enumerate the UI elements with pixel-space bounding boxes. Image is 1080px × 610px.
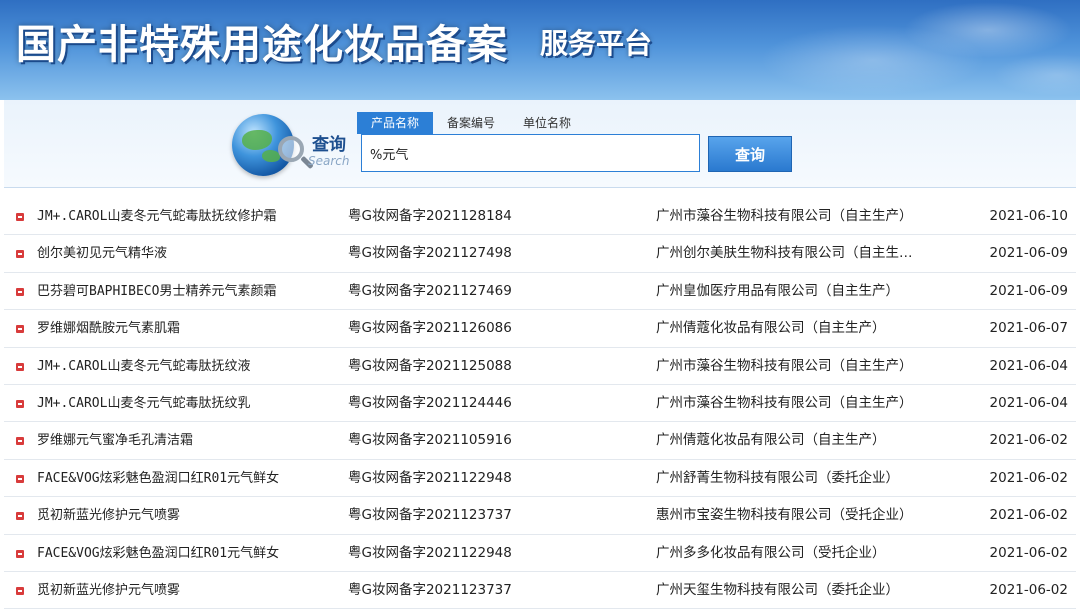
- result-product-name[interactable]: 罗维娜元气蜜净毛孔清洁霜: [37, 422, 343, 459]
- result-company: 广州多多化妆品有限公司（受托企业）: [656, 544, 886, 561]
- search-tabs: 产品名称 备案编号 单位名称: [357, 112, 585, 134]
- bullet-icon: [16, 213, 24, 221]
- result-registration-number: 粤G妆网备字2021122948: [348, 544, 512, 561]
- result-product-name[interactable]: 觅初新蓝光修护元气喷雾: [37, 497, 343, 534]
- result-product-name[interactable]: FACE&VOG炫彩魅色盈润口红R01元气鲜女: [37, 460, 343, 497]
- search-logo-label: 查询: [312, 135, 346, 155]
- result-date: 2021-06-04: [989, 357, 1068, 374]
- site-title: 国产非特殊用途化妆品备案: [16, 21, 508, 68]
- site-subtitle: 服务平台: [540, 27, 653, 60]
- tab-registration-number[interactable]: 备案编号: [433, 112, 509, 134]
- result-row[interactable]: JM+.CAROL山麦冬元气蛇毒肽抚纹乳 粤G妆网备字2021124446 广州市藻…: [4, 385, 1076, 423]
- result-registration-number: 粤G妆网备字2021128184: [348, 208, 512, 224]
- result-company: 广州天玺生物科技有限公司（委托企业）: [656, 581, 899, 598]
- result-row[interactable]: JM+.CAROL山麦冬元气蛇毒肽抚纹液 粤G妆网备字2021125088 广州市藻…: [4, 348, 1076, 385]
- bullet-icon: [16, 437, 24, 446]
- result-date: 2021-06-07: [989, 320, 1068, 337]
- result-registration-number: 粤G妆网备字2021123737: [348, 581, 512, 598]
- result-product-name[interactable]: FACE&VOG炫彩魅色盈润口红R01元气鲜女: [37, 535, 343, 572]
- result-product-name[interactable]: 巴芬碧可BAPHIBECO男士精养元气素颜霜: [37, 273, 343, 310]
- result-row[interactable]: 觅初新蓝光修护元气喷雾 粤G妆网备字2021123737 惠州市宝姿生物科技有限公司…: [4, 497, 1076, 535]
- result-date: 2021-06-09: [989, 245, 1068, 262]
- result-product-name[interactable]: JM+.CAROL山麦冬元气蛇毒肽抚纹乳: [37, 385, 343, 422]
- bullet-icon: [16, 325, 24, 334]
- result-company: 广州市藻谷生物科技有限公司（自主生产）: [656, 394, 913, 411]
- result-row[interactable]: 巴芬碧可BAPHIBECO男士精养元气素颜霜 粤G妆网备字2021127469 广州…: [4, 273, 1076, 311]
- bullet-icon: [16, 586, 24, 595]
- result-date: 2021-06-02: [989, 507, 1068, 524]
- world-map-decoration: [620, 0, 1080, 100]
- result-product-name[interactable]: JM+.CAROL山麦冬元气蛇毒肽抚纹修护霜: [37, 198, 343, 235]
- search-logo-label-en: Search: [308, 154, 350, 168]
- result-company: 惠州市宝姿生物科技有限公司（受托企业）: [656, 507, 913, 524]
- magnifier-icon: [278, 136, 304, 162]
- result-product-name[interactable]: 觅初新蓝光修护元气喷雾: [37, 572, 343, 609]
- result-date: 2021-06-02: [989, 581, 1068, 598]
- result-row[interactable]: JM+.CAROL山麦冬元气蛇毒肽抚纹修护霜 粤G妆网备字2021128184 广州…: [4, 198, 1076, 236]
- bullet-icon: [16, 287, 24, 296]
- result-row[interactable]: 创尔美初见元气精华液 粤G妆网备字2021127498 广州创尔美肤生物科技有限公司…: [4, 235, 1076, 273]
- result-row[interactable]: FACE&VOG炫彩魅色盈润口红R01元气鲜女 粤G妆网备字2021122948 广…: [4, 460, 1076, 498]
- search-button[interactable]: 查询: [708, 136, 792, 172]
- result-registration-number: 粤G妆网备字2021126086: [348, 320, 512, 337]
- result-date: 2021-06-02: [989, 544, 1068, 561]
- search-panel: 查询 Search 产品名称 备案编号 单位名称 查询: [4, 100, 1076, 188]
- result-row[interactable]: 觅初新蓝光修护元气喷雾 粤G妆网备字2021123737 广州天玺生物科技有限公司（…: [4, 572, 1076, 610]
- result-company: 广州市藻谷生物科技有限公司（自主生产）: [656, 208, 913, 224]
- result-date: 2021-06-02: [989, 432, 1068, 449]
- bullet-icon: [16, 474, 24, 483]
- result-registration-number: 粤G妆网备字2021127469: [348, 282, 512, 299]
- result-registration-number: 粤G妆网备字2021123737: [348, 507, 512, 524]
- results-list: JM+.CAROL山麦冬元气蛇毒肽抚纹修护霜 粤G妆网备字2021128184 广州…: [4, 198, 1076, 610]
- result-date: 2021-06-09: [989, 282, 1068, 299]
- result-company: 广州舒菁生物科技有限公司（委托企业）: [656, 469, 899, 486]
- tab-product-name[interactable]: 产品名称: [357, 112, 434, 134]
- search-input[interactable]: [361, 134, 700, 172]
- result-date: 2021-06-10: [989, 208, 1068, 224]
- bullet-icon: [16, 250, 24, 259]
- bullet-icon: [16, 549, 24, 558]
- bullet-icon: [16, 512, 24, 521]
- tab-company-name[interactable]: 单位名称: [509, 112, 585, 134]
- result-registration-number: 粤G妆网备字2021125088: [348, 357, 512, 374]
- result-registration-number: 粤G妆网备字2021105916: [348, 432, 512, 449]
- result-company: 广州倩蔻化妆品有限公司（自主生产）: [656, 320, 886, 337]
- result-row[interactable]: FACE&VOG炫彩魅色盈润口红R01元气鲜女 粤G妆网备字2021122948 广…: [4, 535, 1076, 572]
- result-row[interactable]: 罗维娜烟酰胺元气素肌霜 粤G妆网备字2021126086 广州倩蔻化妆品有限公司（自…: [4, 310, 1076, 348]
- result-company: 广州倩蔻化妆品有限公司（自主生产）: [656, 432, 886, 449]
- result-date: 2021-06-02: [989, 469, 1068, 486]
- result-product-name[interactable]: 罗维娜烟酰胺元气素肌霜: [37, 310, 343, 347]
- result-product-name[interactable]: JM+.CAROL山麦冬元气蛇毒肽抚纹液: [37, 348, 343, 385]
- header-banner: 国产非特殊用途化妆品备案 服务平台: [0, 0, 1080, 100]
- result-row[interactable]: 罗维娜元气蜜净毛孔清洁霜 粤G妆网备字2021105916 广州倩蔻化妆品有限公司（…: [4, 422, 1076, 460]
- bullet-icon: [16, 362, 24, 371]
- result-product-name[interactable]: 创尔美初见元气精华液: [37, 235, 343, 272]
- result-company: 广州皇伽医疗用品有限公司（自主生产）: [656, 282, 899, 299]
- result-registration-number: 粤G妆网备字2021124446: [348, 394, 512, 411]
- result-registration-number: 粤G妆网备字2021127498: [348, 245, 512, 262]
- bullet-icon: [16, 399, 24, 408]
- result-date: 2021-06-04: [989, 394, 1068, 411]
- result-company: 广州创尔美肤生物科技有限公司（自主生…: [656, 245, 913, 262]
- result-registration-number: 粤G妆网备字2021122948: [348, 469, 512, 486]
- result-company: 广州市藻谷生物科技有限公司（自主生产）: [656, 357, 913, 374]
- search-logo: 查询 Search: [228, 108, 358, 182]
